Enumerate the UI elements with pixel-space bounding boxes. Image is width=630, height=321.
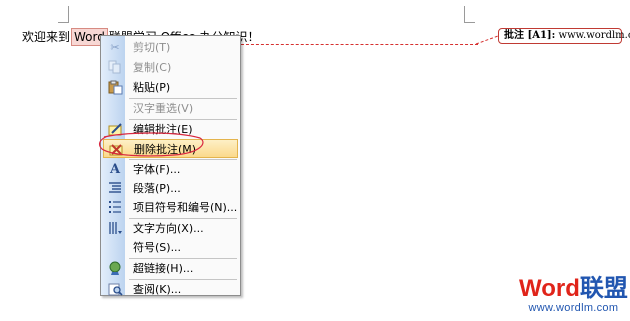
comment-balloon[interactable]: 批注 [A1]: www.wordlm.com xyxy=(498,28,630,44)
scissors-icon: ✂ xyxy=(110,41,120,54)
copy-icon xyxy=(107,60,123,75)
document-text: 欢迎来到 xyxy=(22,30,71,44)
menu-item-label: 剪切(T) xyxy=(133,41,171,54)
menu-item-paragraph[interactable]: 段落(P)... xyxy=(103,179,238,198)
context-menu: ✂ 剪切(T) 复制(C) 粘贴(P) 汉字重选(V) 编辑批注(E) 删除批注… xyxy=(100,35,241,296)
menu-item-paste[interactable]: 粘贴(P) xyxy=(103,78,238,97)
brand-url: www.wordlm.com xyxy=(528,302,619,314)
comment-text: www.wordlm.com xyxy=(558,30,630,41)
text-direction-icon xyxy=(107,221,123,236)
menu-item-label: 符号(S)... xyxy=(133,241,182,254)
comment-connector-line xyxy=(475,35,499,45)
menu-item-label: 查阅(K)... xyxy=(133,283,182,296)
menu-item-reconvert[interactable]: 汉字重选(V) xyxy=(103,99,238,118)
menu-item-bullets-numbering[interactable]: 项目符号和编号(N)... xyxy=(103,198,238,217)
menu-item-label: 汉字重选(V) xyxy=(133,102,194,115)
brand-title: Word联盟 xyxy=(519,277,628,301)
menu-item-cut[interactable]: ✂ 剪切(T) xyxy=(103,38,238,57)
menu-item-copy[interactable]: 复制(C) xyxy=(103,58,238,77)
font-icon: A xyxy=(109,162,121,177)
hyperlink-icon xyxy=(107,261,123,276)
paragraph-icon xyxy=(107,181,123,196)
bullets-icon xyxy=(107,200,123,215)
menu-item-label: 超链接(H)... xyxy=(133,262,194,275)
page-corner-mark xyxy=(58,6,69,23)
brand-lianmeng: 联盟 xyxy=(579,275,628,302)
menu-item-label: 段落(P)... xyxy=(133,182,181,195)
menu-item-label: 粘贴(P) xyxy=(133,81,171,94)
menu-item-hyperlink[interactable]: 超链接(H)... xyxy=(103,259,238,278)
menu-item-font[interactable]: A 字体(F)... xyxy=(103,160,238,179)
document-page: 欢迎来到Word联盟学习 Office 办公知识！ 批注 [A1]: www.w… xyxy=(0,0,630,321)
highlight-scribble xyxy=(98,132,204,157)
menu-item-lookup[interactable]: 查阅(K)... xyxy=(103,280,238,299)
comment-label: 批注 [A1]: xyxy=(504,30,556,41)
menu-item-label: 复制(C) xyxy=(133,61,172,74)
menu-item-symbol[interactable]: 符号(S)... xyxy=(103,238,238,257)
brand-word: Word xyxy=(519,275,580,302)
lookup-icon xyxy=(107,282,123,297)
paste-icon xyxy=(107,80,123,95)
page-corner-mark xyxy=(464,6,475,23)
menu-item-label: 文字方向(X)... xyxy=(133,222,204,235)
menu-item-label: 字体(F)... xyxy=(133,163,181,176)
menu-item-label: 项目符号和编号(N)... xyxy=(133,201,238,214)
menu-item-text-direction[interactable]: 文字方向(X)... xyxy=(103,219,238,238)
comment-connector-line xyxy=(236,44,478,45)
brand-logo: Word联盟 www.wordlm.com xyxy=(519,277,628,315)
